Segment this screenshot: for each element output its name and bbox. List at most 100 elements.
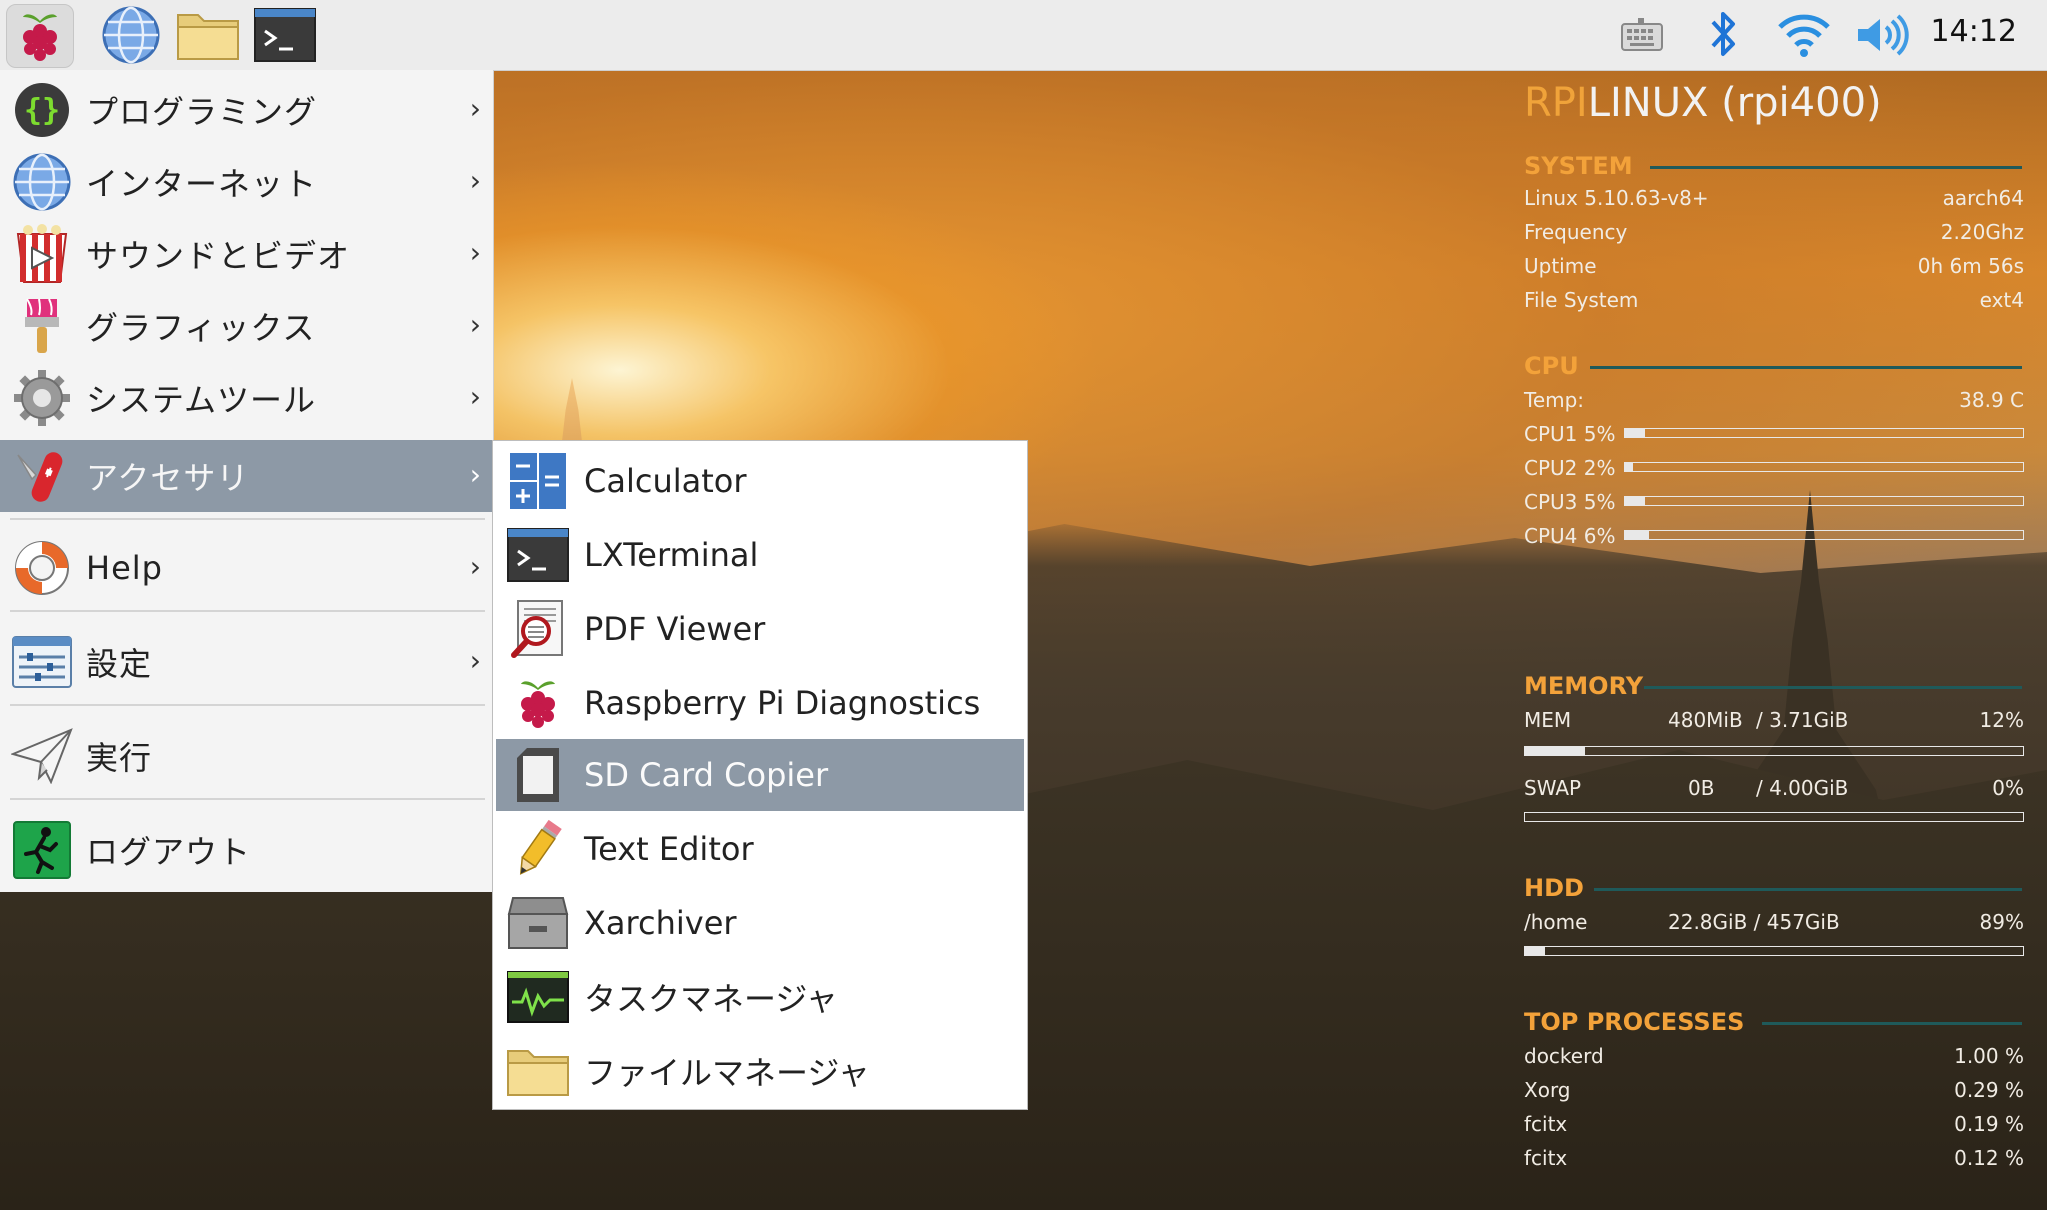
volume-tray[interactable] — [1852, 8, 1912, 62]
cpu-core-bar — [1624, 530, 2024, 540]
folder-icon — [506, 1039, 570, 1103]
bluetooth-tray[interactable] — [1700, 8, 1748, 62]
file-manager-icon — [177, 14, 239, 60]
menu-item-internet[interactable]: インターネット › — [0, 146, 493, 218]
cpu-core-bar-fill — [1625, 429, 1645, 437]
chevron-right-icon: › — [469, 308, 481, 341]
process-row: fcitx 0.19 % — [1524, 1112, 2024, 1136]
mem-used: 480MiB — [1668, 708, 1743, 732]
cpu-core-bar-fill — [1625, 463, 1633, 471]
cpu-core-bar — [1624, 428, 2024, 438]
chevron-right-icon: › — [469, 380, 481, 413]
sound-video-icon — [10, 222, 74, 286]
menu-item-label: システムツール — [86, 381, 317, 419]
calculator-icon — [506, 449, 570, 513]
cpu-heading: CPU — [1524, 352, 1579, 380]
chevron-right-icon: › — [469, 644, 481, 677]
menu-item-label: インターネット — [86, 165, 318, 203]
hdd-heading: HDD — [1524, 874, 1584, 902]
mem-bar-fill — [1525, 747, 1585, 755]
cpu-core-percent: 5% — [1583, 490, 1616, 514]
cpu-temp-row: Temp: 38.9 C — [1524, 388, 2024, 412]
menu-item-label: グラフィックス — [86, 309, 316, 347]
swap-percent: 0% — [1992, 776, 2024, 800]
terminal-button[interactable] — [252, 4, 318, 66]
wifi-tray[interactable] — [1773, 8, 1835, 62]
clock[interactable]: 14:12 — [1931, 14, 2017, 49]
menu-item-logout[interactable]: ログアウト — [0, 814, 493, 886]
menu-item-label: 実行 — [86, 739, 153, 777]
raspberry-menu-button[interactable] — [6, 4, 74, 68]
process-row: dockerd 1.00 % — [1524, 1044, 2024, 1068]
submenu-item-sd-card-copier[interactable]: SD Card Copier — [496, 739, 1024, 811]
menu-item-label: Help — [86, 549, 163, 587]
run-paper-plane-icon — [10, 724, 74, 788]
submenu-item-pdf-viewer[interactable]: PDF Viewer — [496, 593, 1024, 665]
settings-icon — [10, 630, 74, 694]
archive-drawer-icon — [506, 891, 570, 955]
file-manager-button[interactable] — [175, 4, 241, 66]
processes-divider — [1762, 1022, 2022, 1025]
hostname-title: RPILINUX (rpi400) — [1524, 80, 1882, 126]
submenu-item-xarchiver[interactable]: Xarchiver — [496, 887, 1024, 959]
cpu-core-bar — [1624, 496, 2024, 506]
wifi-icon — [1778, 14, 1830, 57]
menu-item-graphics[interactable]: グラフィックス › — [0, 290, 493, 362]
graphics-brush-icon — [10, 294, 74, 358]
menu-item-help[interactable]: Help › — [0, 532, 493, 604]
hdd-row: /home 22.8GiB / 457GiB 89% — [1524, 910, 2024, 934]
sd-card-icon — [506, 743, 570, 807]
taskbar: 14:12 — [0, 0, 2047, 71]
process-cpu: 0.12 % — [1954, 1146, 2024, 1170]
system-row-label: Uptime — [1524, 254, 1597, 278]
menu-item-system-tools[interactable]: システムツール › — [0, 362, 493, 434]
system-row-label: Linux 5.10.63-v8+ — [1524, 186, 1709, 210]
process-name: Xorg — [1524, 1078, 1571, 1102]
submenu-item-label: LXTerminal — [584, 536, 759, 574]
swap-used: 0B — [1688, 776, 1715, 800]
process-row: Xorg 0.29 % — [1524, 1078, 2024, 1102]
menu-item-sound-video[interactable]: サウンドとビデオ › — [0, 218, 493, 290]
menu-separator — [10, 518, 485, 520]
task-monitor-icon — [506, 965, 570, 1029]
submenu-item-calculator[interactable]: Calculator — [496, 445, 1024, 517]
system-divider — [1650, 166, 2022, 169]
menu-item-accessories[interactable]: アクセサリ › — [0, 440, 493, 512]
conky-system-monitor: RPILINUX (rpi400) SYSTEM Linux 5.10.63-v… — [1522, 70, 2027, 1190]
mem-percent: 12% — [1979, 708, 2024, 732]
menu-separator — [10, 610, 485, 612]
keyboard-tray[interactable] — [1617, 8, 1667, 62]
keyboard-icon — [1621, 18, 1663, 51]
swap-row: SWAP 0B / 4.00GiB 0% — [1524, 776, 2024, 800]
submenu-item-lxterminal[interactable]: LXTerminal — [496, 519, 1024, 591]
menu-item-run[interactable]: 実行 — [0, 720, 493, 792]
hostname-prefix: RPI — [1524, 80, 1588, 126]
system-heading: SYSTEM — [1524, 152, 1633, 180]
system-row-value: 0h 6m 56s — [1917, 254, 2024, 278]
chevron-right-icon: › — [469, 550, 481, 583]
mem-label: MEM — [1524, 708, 1572, 732]
menu-item-settings[interactable]: 設定 › — [0, 626, 493, 698]
main-menu: {} プログラミング › インターネット › サウンドとビデオ › グラフィック… — [0, 70, 494, 892]
memory-heading: MEMORY — [1524, 672, 1644, 700]
chevron-right-icon: › — [469, 236, 481, 269]
submenu-item-task-manager[interactable]: タスクマネージャ — [496, 961, 1024, 1033]
process-row: fcitx 0.12 % — [1524, 1146, 2024, 1170]
process-name: fcitx — [1524, 1146, 1568, 1170]
pdf-viewer-icon — [506, 597, 570, 661]
cpu-core-label: CPU2 — [1524, 456, 1578, 480]
menu-item-label: アクセサリ — [86, 459, 250, 497]
pencil-icon — [506, 817, 570, 881]
submenu-item-text-editor[interactable]: Text Editor — [496, 813, 1024, 885]
cpu-core-label: CPU3 — [1524, 490, 1578, 514]
menu-item-programming[interactable]: {} プログラミング › — [0, 74, 493, 146]
submenu-item-raspberry-pi-diagnostics[interactable]: Raspberry Pi Diagnostics — [496, 667, 1024, 739]
mem-total: / 3.71GiB — [1756, 708, 1849, 732]
web-browser-icon — [102, 6, 160, 64]
submenu-item-file-manager[interactable]: ファイルマネージャ — [496, 1035, 1024, 1107]
submenu-item-label: Raspberry Pi Diagnostics — [584, 684, 981, 722]
cpu-core-percent: 2% — [1583, 456, 1616, 480]
web-browser-button[interactable] — [98, 4, 164, 66]
submenu-item-label: Text Editor — [584, 830, 754, 868]
chevron-right-icon: › — [469, 458, 481, 491]
